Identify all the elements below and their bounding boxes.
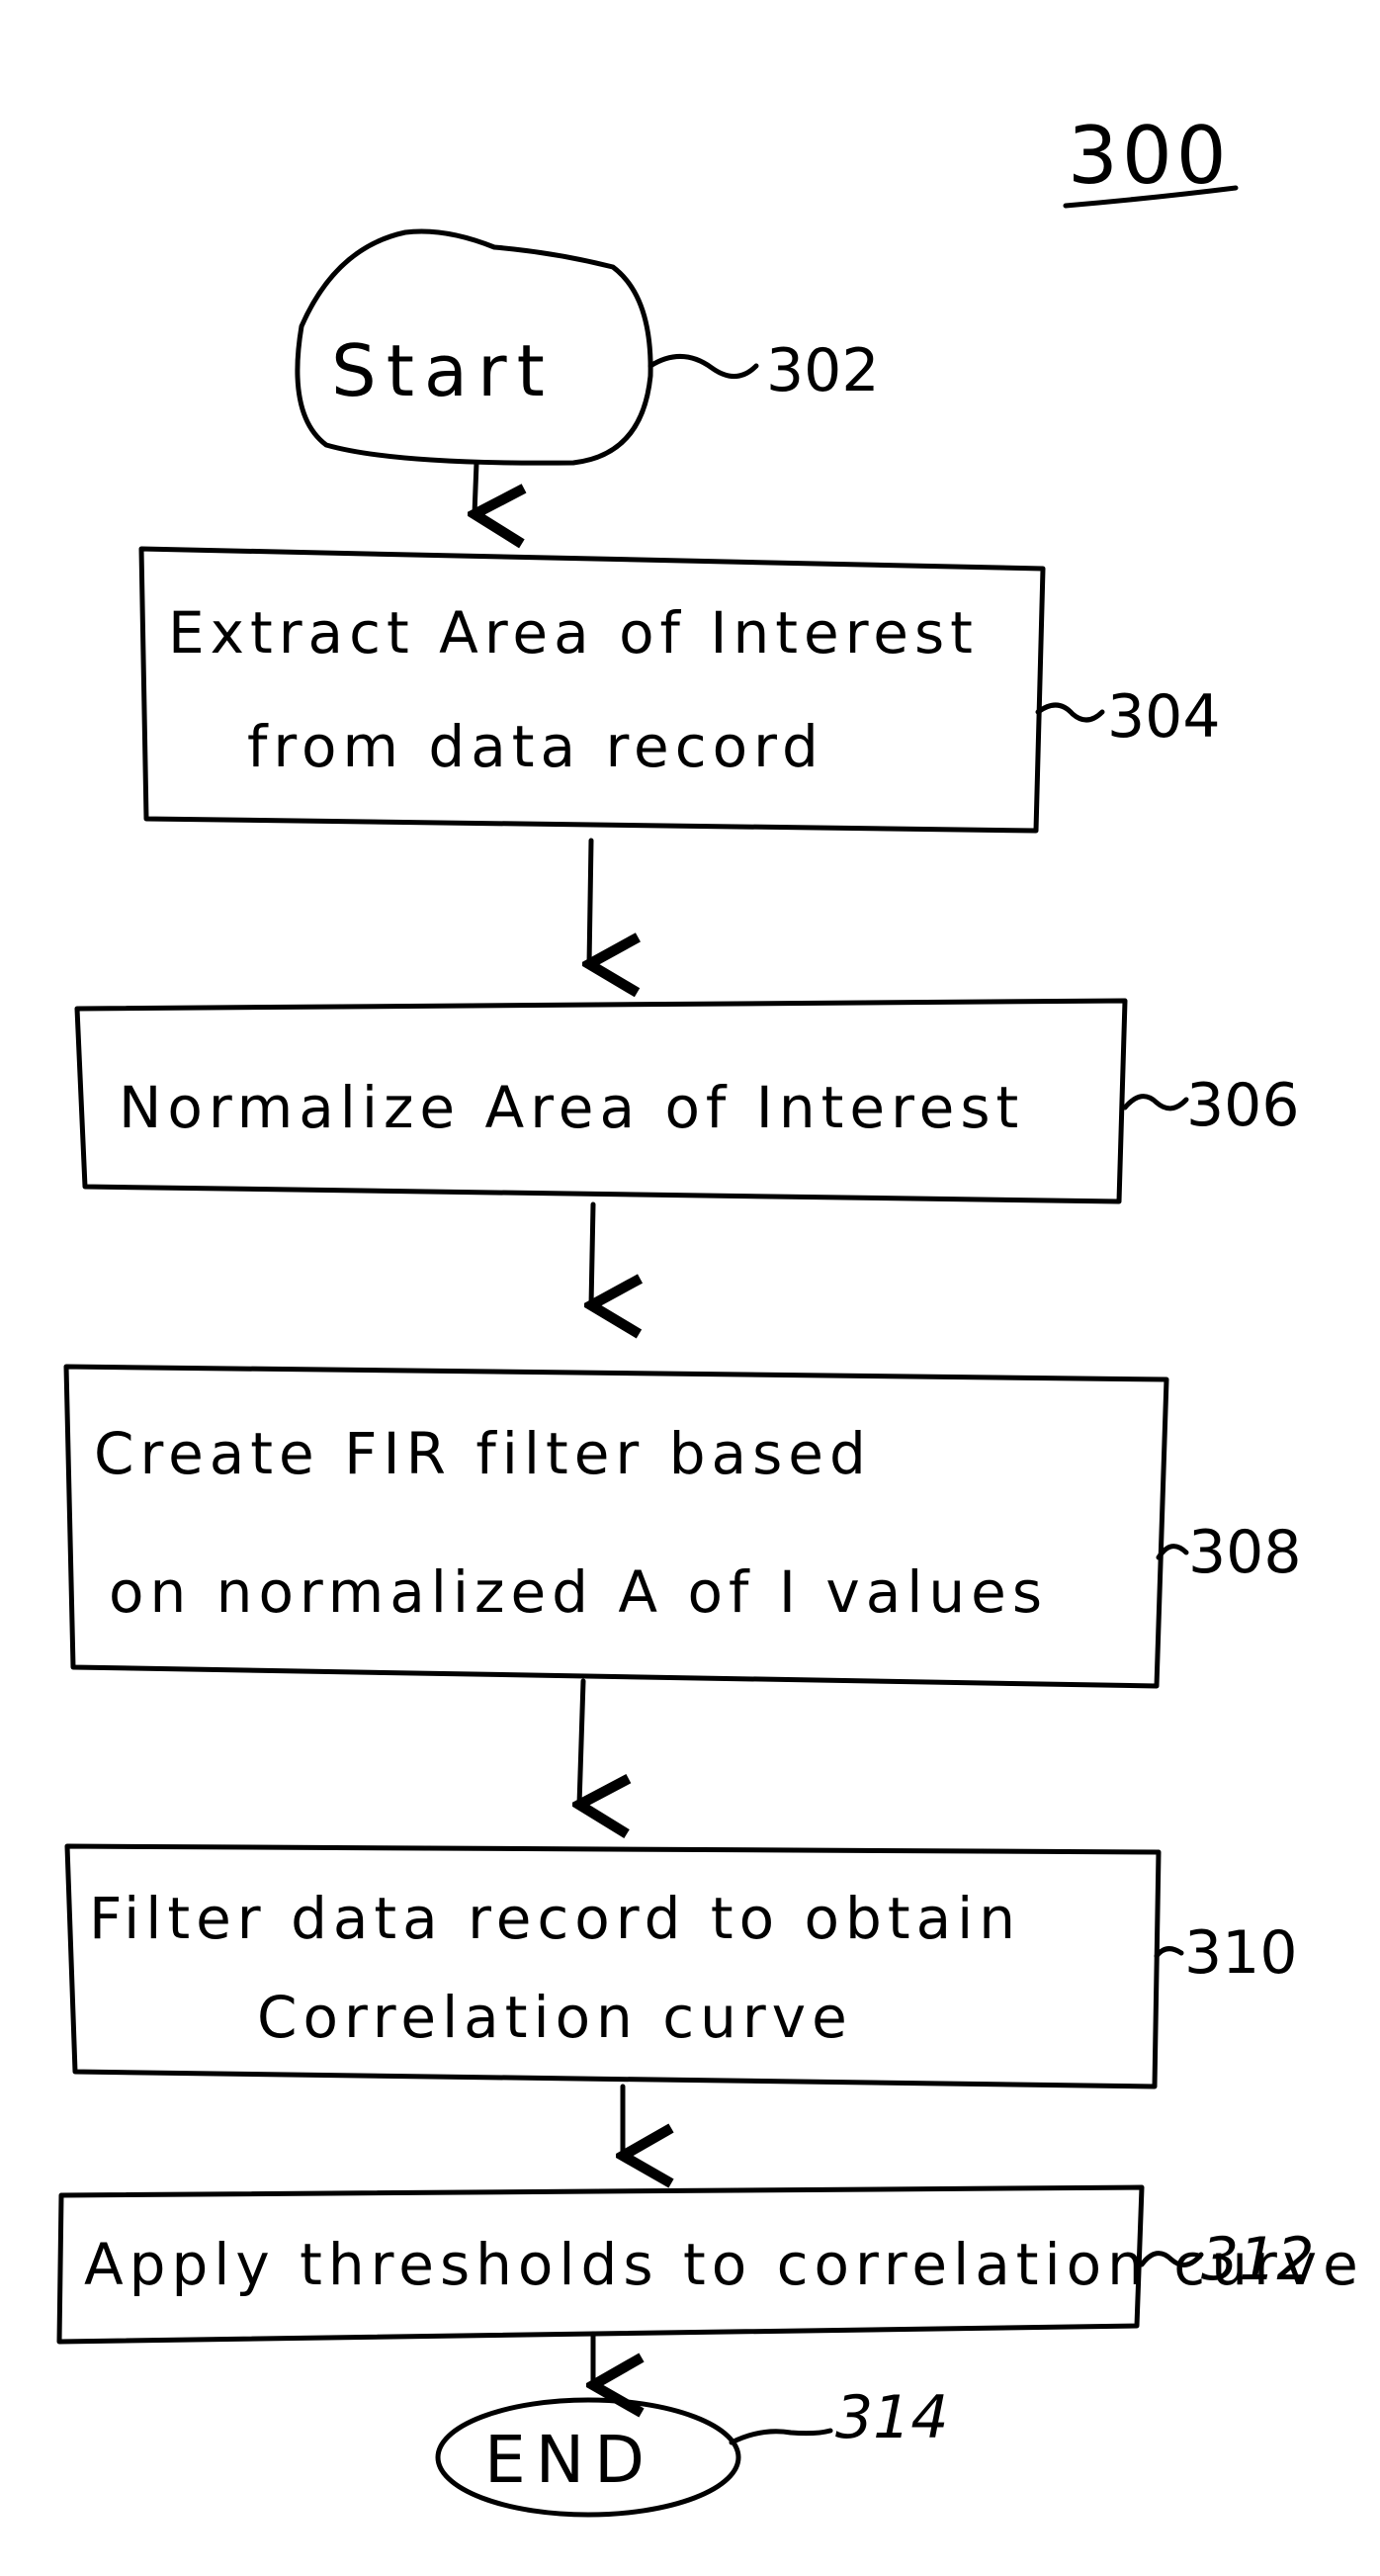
step-308-line-1: Create FIR filter based <box>94 1420 872 1487</box>
step-312-line-1: Apply thresholds to correlation curve <box>84 2231 1364 2298</box>
end-label: END <box>484 2422 654 2498</box>
step-310-ref-leader <box>1154 1946 1184 1959</box>
step-308-box <box>63 1364 1169 1689</box>
step-304: Extract Area of Interest from data recor… <box>138 546 1046 834</box>
start-ref-leader <box>647 354 759 379</box>
step-304-ref-leader <box>1035 702 1105 723</box>
step-304-box <box>138 546 1046 834</box>
step-308: Create FIR filter based on normalized A … <box>63 1364 1169 1689</box>
step-310: Filter data record to obtain Correlation… <box>64 1843 1162 2089</box>
step-306-line-1: Normalize Area of Interest <box>119 1074 1024 1141</box>
step-310-line-2: Correlation curve <box>257 1984 853 2051</box>
start-label: Start <box>331 329 555 412</box>
figure-number: 300 <box>1068 110 1231 202</box>
arrow-308-to-310 <box>579 1678 583 1805</box>
arrow-306-to-308 <box>591 1201 593 1305</box>
step-312-ref: 312 <box>1201 2225 1315 2294</box>
end-ref: 314 <box>835 2383 949 2452</box>
step-304-line-2: from data record <box>247 713 824 780</box>
end-ref-leader <box>729 2428 833 2445</box>
end-terminal: END <box>435 2397 741 2518</box>
step-304-ref: 304 <box>1107 682 1221 752</box>
start-terminal: Start <box>295 228 653 466</box>
start-ref: 302 <box>766 336 880 405</box>
arrow-304-to-306 <box>589 838 591 964</box>
step-306-ref-leader <box>1122 1094 1189 1111</box>
step-310-ref: 310 <box>1184 1918 1298 1988</box>
step-306: Normalize Area of Interest <box>74 998 1128 1204</box>
arrow-start-to-304 <box>474 460 476 514</box>
step-308-line-2: on normalized A of I values <box>109 1558 1048 1626</box>
step-308-ref: 308 <box>1188 1518 1302 1587</box>
step-304-line-1: Extract Area of Interest <box>168 599 979 666</box>
flowchart: 300 Start 302 Extract Area of Interest f… <box>56 110 1364 2518</box>
step-312: Apply thresholds to correlation curve <box>56 2184 1364 2345</box>
step-306-ref: 306 <box>1186 1071 1300 1140</box>
step-310-line-1: Filter data record to obtain <box>89 1885 1021 1952</box>
